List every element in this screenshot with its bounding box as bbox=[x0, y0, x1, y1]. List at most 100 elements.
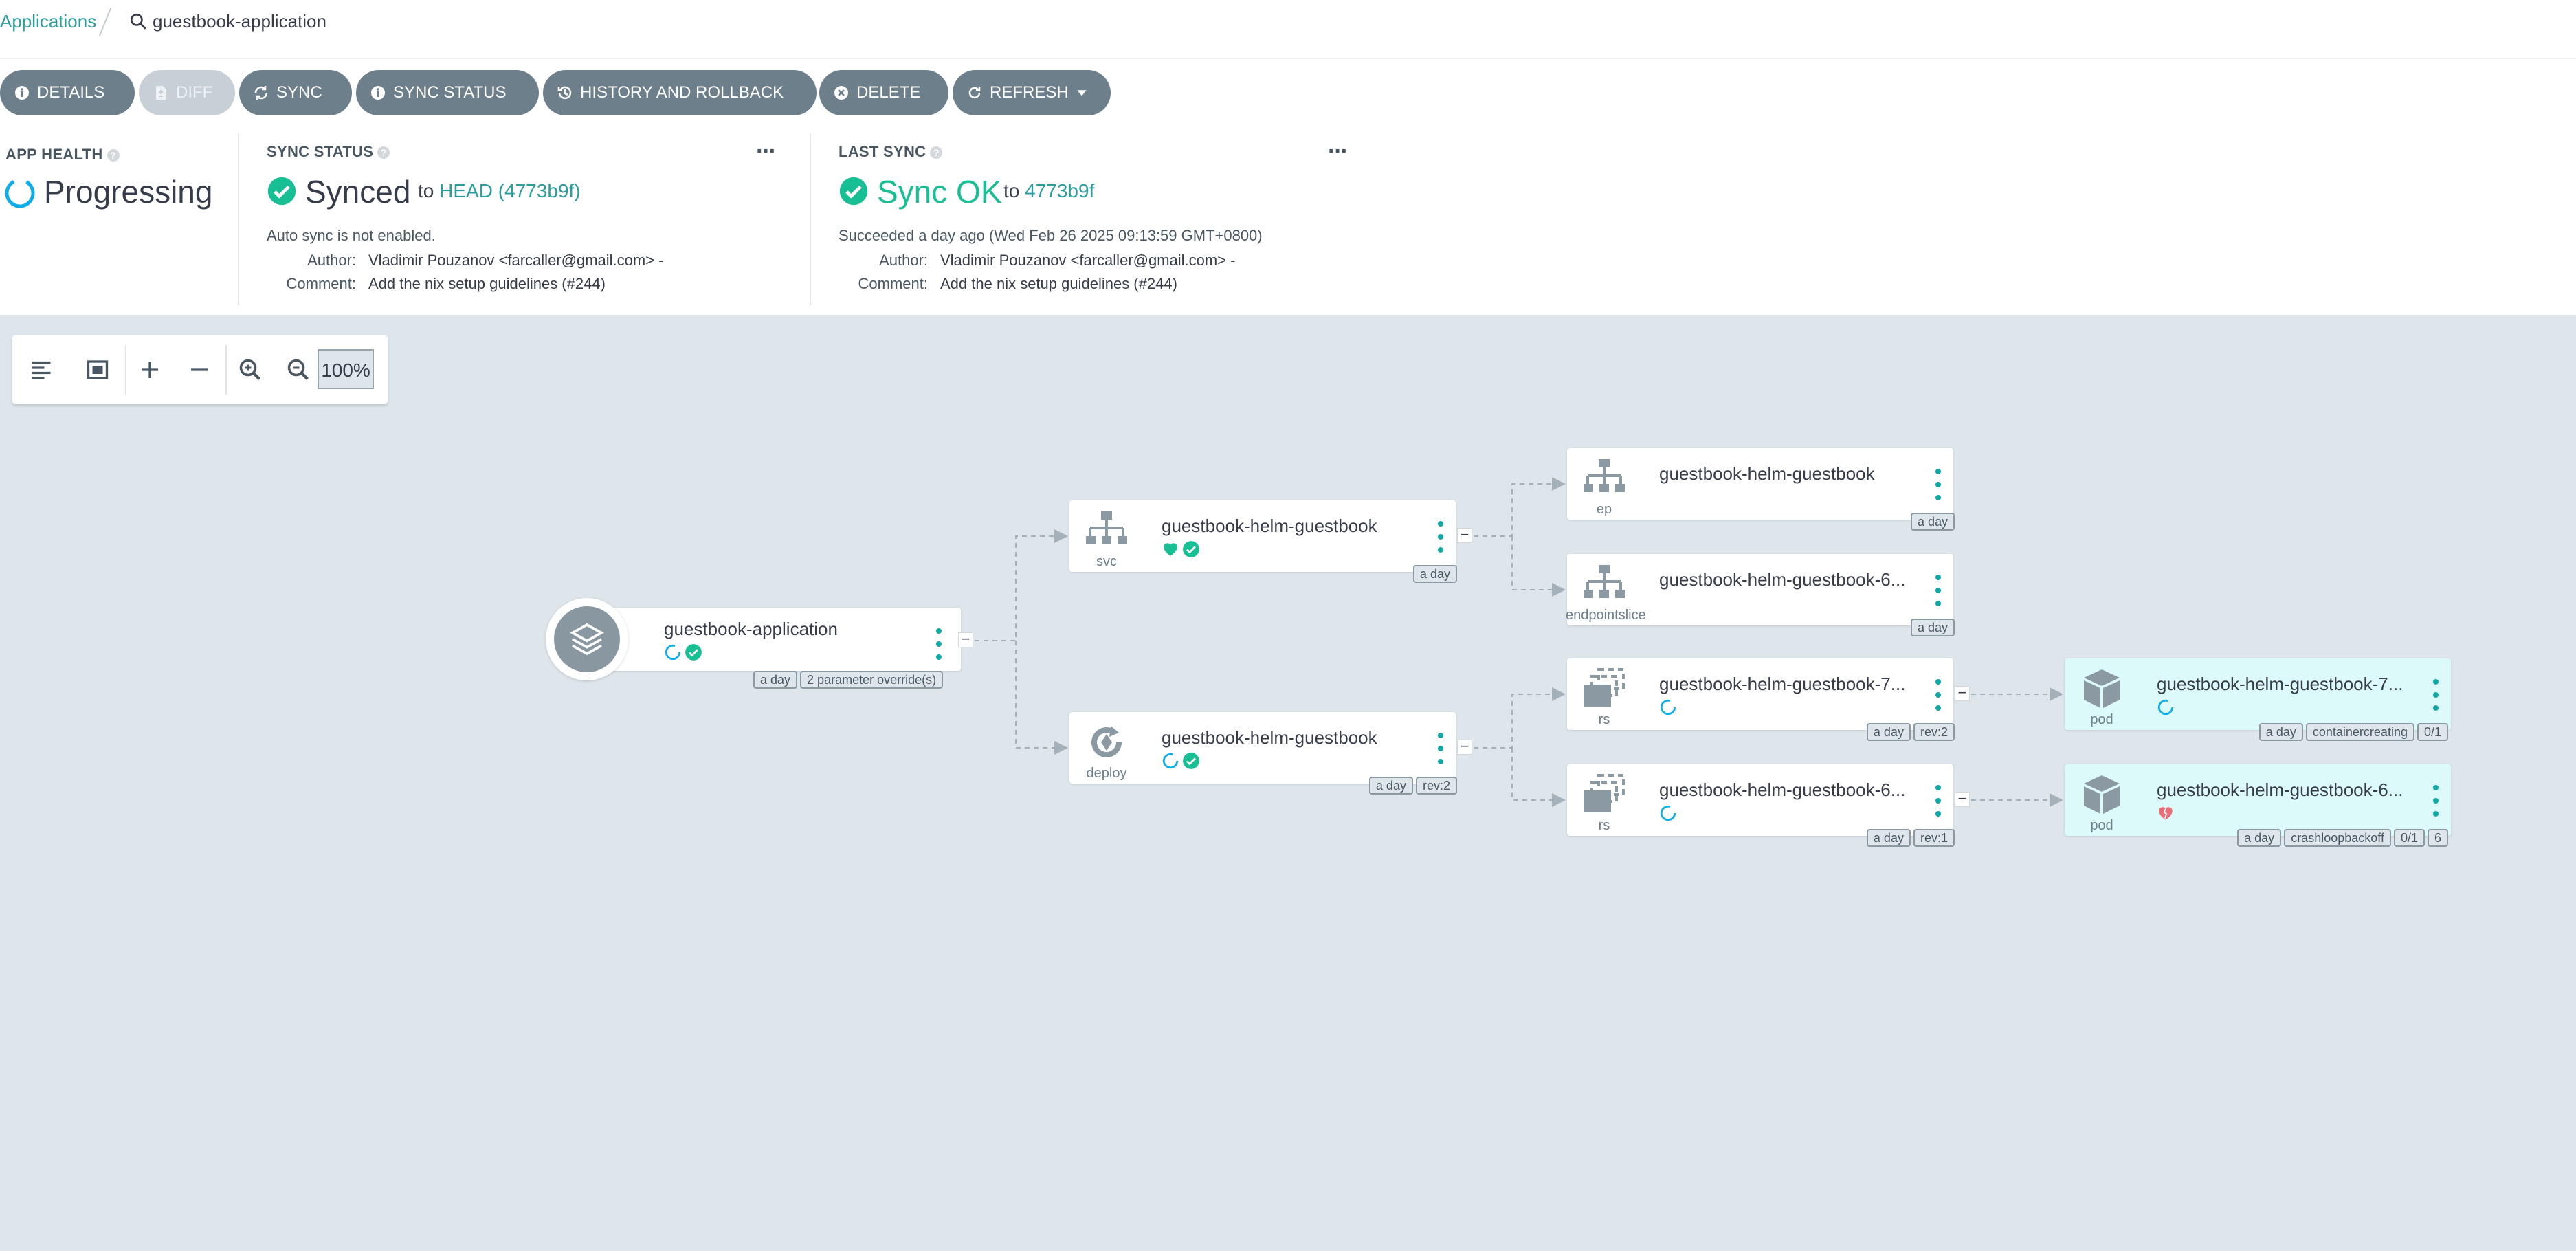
app-health-status: Progressing bbox=[44, 174, 213, 210]
sync-status-button-label: SYNC STATUS bbox=[393, 83, 507, 102]
deploy-node[interactable]: deploy guestbook-helm-guestbook − a day … bbox=[1069, 712, 1472, 795]
refresh-icon bbox=[968, 87, 981, 99]
ep-node[interactable]: ep guestbook-helm-guestbook a day bbox=[1567, 448, 1955, 531]
node-menu-icon[interactable] bbox=[1935, 575, 1941, 606]
progressing-icon bbox=[2157, 699, 2174, 716]
help-icon[interactable]: ? bbox=[107, 149, 120, 162]
age-tag: a day bbox=[1368, 777, 1413, 795]
breadcrumb-current-app[interactable]: guestbook-application bbox=[153, 11, 326, 32]
sync-icon bbox=[254, 86, 268, 100]
rs-node[interactable]: rs guestbook-helm-guestbook-7... − a day… bbox=[1567, 658, 1970, 741]
align-left-icon bbox=[32, 361, 51, 379]
refresh-button[interactable]: REFRESH bbox=[953, 70, 1111, 115]
resource-name: guestbook-helm-guestbook-6... bbox=[1659, 569, 1906, 590]
progressing-icon bbox=[1162, 753, 1179, 769]
last-sync-more-icon[interactable]: ··· bbox=[1328, 140, 1348, 163]
details-button[interactable]: DETAILS bbox=[0, 70, 135, 115]
details-button-label: DETAILS bbox=[37, 83, 105, 102]
help-icon[interactable]: ? bbox=[930, 146, 943, 159]
resource-name: guestbook-helm-guestbook-7... bbox=[1659, 674, 1906, 694]
node-menu-icon[interactable] bbox=[1935, 785, 1941, 817]
sync-status-more-icon[interactable]: ··· bbox=[756, 140, 777, 163]
resource-status bbox=[2157, 804, 2175, 823]
collapse-toggle[interactable]: − bbox=[958, 632, 973, 647]
node-menu-icon[interactable] bbox=[1935, 469, 1941, 500]
collapse-toggle[interactable]: − bbox=[1955, 685, 1970, 701]
node-menu-icon[interactable] bbox=[1438, 733, 1443, 764]
delete-button[interactable]: DELETE bbox=[819, 70, 948, 115]
pod-phase-tag: crashloopbackoff bbox=[2284, 829, 2391, 847]
help-icon[interactable]: ? bbox=[377, 146, 390, 159]
diff-button-label: DIFF bbox=[176, 83, 213, 102]
age-tag: a day bbox=[2258, 723, 2303, 741]
resource-status bbox=[1162, 540, 1200, 560]
rs-node[interactable]: rs guestbook-helm-guestbook-6... − a day… bbox=[1567, 764, 1970, 847]
author-value: Vladimir Pouzanov <farcaller@gmail.com> … bbox=[368, 252, 664, 269]
delete-button-label: DELETE bbox=[856, 83, 921, 102]
resource-kind: rs bbox=[1598, 712, 1610, 727]
last-sync-status: Sync OK bbox=[877, 174, 1002, 210]
collapse-toggle[interactable]: − bbox=[1955, 791, 1970, 807]
collapse-all-button[interactable] bbox=[179, 349, 220, 390]
resource-kind: deploy bbox=[1086, 766, 1127, 781]
app-node-name: guestbook-application bbox=[664, 619, 838, 639]
fit-view-button[interactable] bbox=[77, 349, 118, 390]
sync-revision-link[interactable]: HEAD (4773b9f) bbox=[439, 180, 580, 201]
graph-toolbar: 100% bbox=[12, 335, 388, 404]
degraded-broken-heart-icon bbox=[2159, 807, 2173, 820]
app-node-status bbox=[664, 643, 702, 661]
revision-tag: rev:1 bbox=[1913, 829, 1955, 847]
collapse-toggle[interactable]: − bbox=[1457, 739, 1472, 755]
app-node[interactable]: guestbook-application − a day 2 paramete… bbox=[546, 598, 973, 689]
restart-count-tag: 6 bbox=[2427, 829, 2448, 847]
collapse-toggle[interactable]: − bbox=[1457, 527, 1472, 543]
resource-name: guestbook-helm-guestbook bbox=[1162, 727, 1377, 748]
zoom-level[interactable]: 100% bbox=[318, 349, 374, 389]
age-tag: a day bbox=[1412, 565, 1457, 583]
resource-status bbox=[1162, 752, 1200, 771]
diff-button[interactable]: DIFF bbox=[139, 70, 235, 115]
app-health-title-text: APP HEALTH bbox=[5, 146, 103, 163]
caret-down-icon bbox=[1076, 90, 1087, 96]
author-value: Vladimir Pouzanov <farcaller@gmail.com> … bbox=[940, 252, 1236, 269]
pod-node[interactable]: pod guestbook-helm-guestbook-7... a day … bbox=[2065, 658, 2451, 741]
check-circle-icon bbox=[839, 177, 868, 206]
sync-status-button[interactable]: SYNC STATUS bbox=[356, 70, 539, 115]
file-diff-icon bbox=[156, 86, 166, 100]
history-icon bbox=[557, 86, 572, 100]
resource-name: guestbook-helm-guestbook-7... bbox=[2157, 674, 2403, 694]
align-left-button[interactable] bbox=[21, 349, 62, 390]
age-tag: a day bbox=[1866, 723, 1911, 741]
sync-button[interactable]: SYNC bbox=[239, 70, 352, 115]
pod-node[interactable]: pod guestbook-helm-guestbook-6... a day … bbox=[2065, 764, 2451, 847]
resource-kind: pod bbox=[2090, 818, 2113, 833]
resource-kind: endpointslice bbox=[1566, 608, 1646, 623]
replicaset-icon bbox=[1584, 774, 1625, 812]
deploy-cycle-icon bbox=[1091, 726, 1122, 758]
node-menu-icon[interactable] bbox=[1438, 521, 1443, 553]
svc-node[interactable]: svc guestbook-helm-guestbook − a day bbox=[1069, 500, 1472, 583]
cube-icon bbox=[2084, 669, 2120, 708]
last-sync-to-label: to bbox=[1003, 180, 1020, 201]
zoom-in-button[interactable] bbox=[230, 349, 271, 390]
app-node-menu-icon[interactable] bbox=[936, 628, 942, 660]
author-label: Author: bbox=[879, 252, 928, 269]
node-menu-icon[interactable] bbox=[1935, 679, 1941, 711]
node-tags: a day bbox=[1910, 513, 1955, 531]
expand-all-button[interactable] bbox=[129, 349, 170, 390]
last-sync-revision-link[interactable]: 4773b9f bbox=[1025, 180, 1094, 201]
zoom-out-button[interactable] bbox=[278, 349, 319, 390]
resource-kind: ep bbox=[1596, 502, 1612, 517]
sync-status-title: SYNC STATUS? bbox=[267, 143, 390, 161]
parameter-override-tag: 2 parameter override(s) bbox=[800, 671, 944, 689]
comment-label: Comment: bbox=[286, 275, 356, 292]
node-menu-icon[interactable] bbox=[2433, 785, 2439, 817]
endpointslice-node[interactable]: endpointslice guestbook-helm-guestbook-6… bbox=[1566, 554, 1955, 636]
resource-name: guestbook-helm-guestbook bbox=[1659, 463, 1875, 484]
search-icon[interactable] bbox=[129, 12, 147, 30]
history-and-rollback-button[interactable]: HISTORY AND ROLLBACK bbox=[543, 70, 817, 115]
node-menu-icon[interactable] bbox=[2433, 679, 2439, 711]
resource-name: guestbook-helm-guestbook bbox=[1162, 516, 1377, 536]
breadcrumb-applications-link[interactable]: Applications bbox=[0, 11, 96, 32]
panel-divider bbox=[238, 133, 239, 305]
